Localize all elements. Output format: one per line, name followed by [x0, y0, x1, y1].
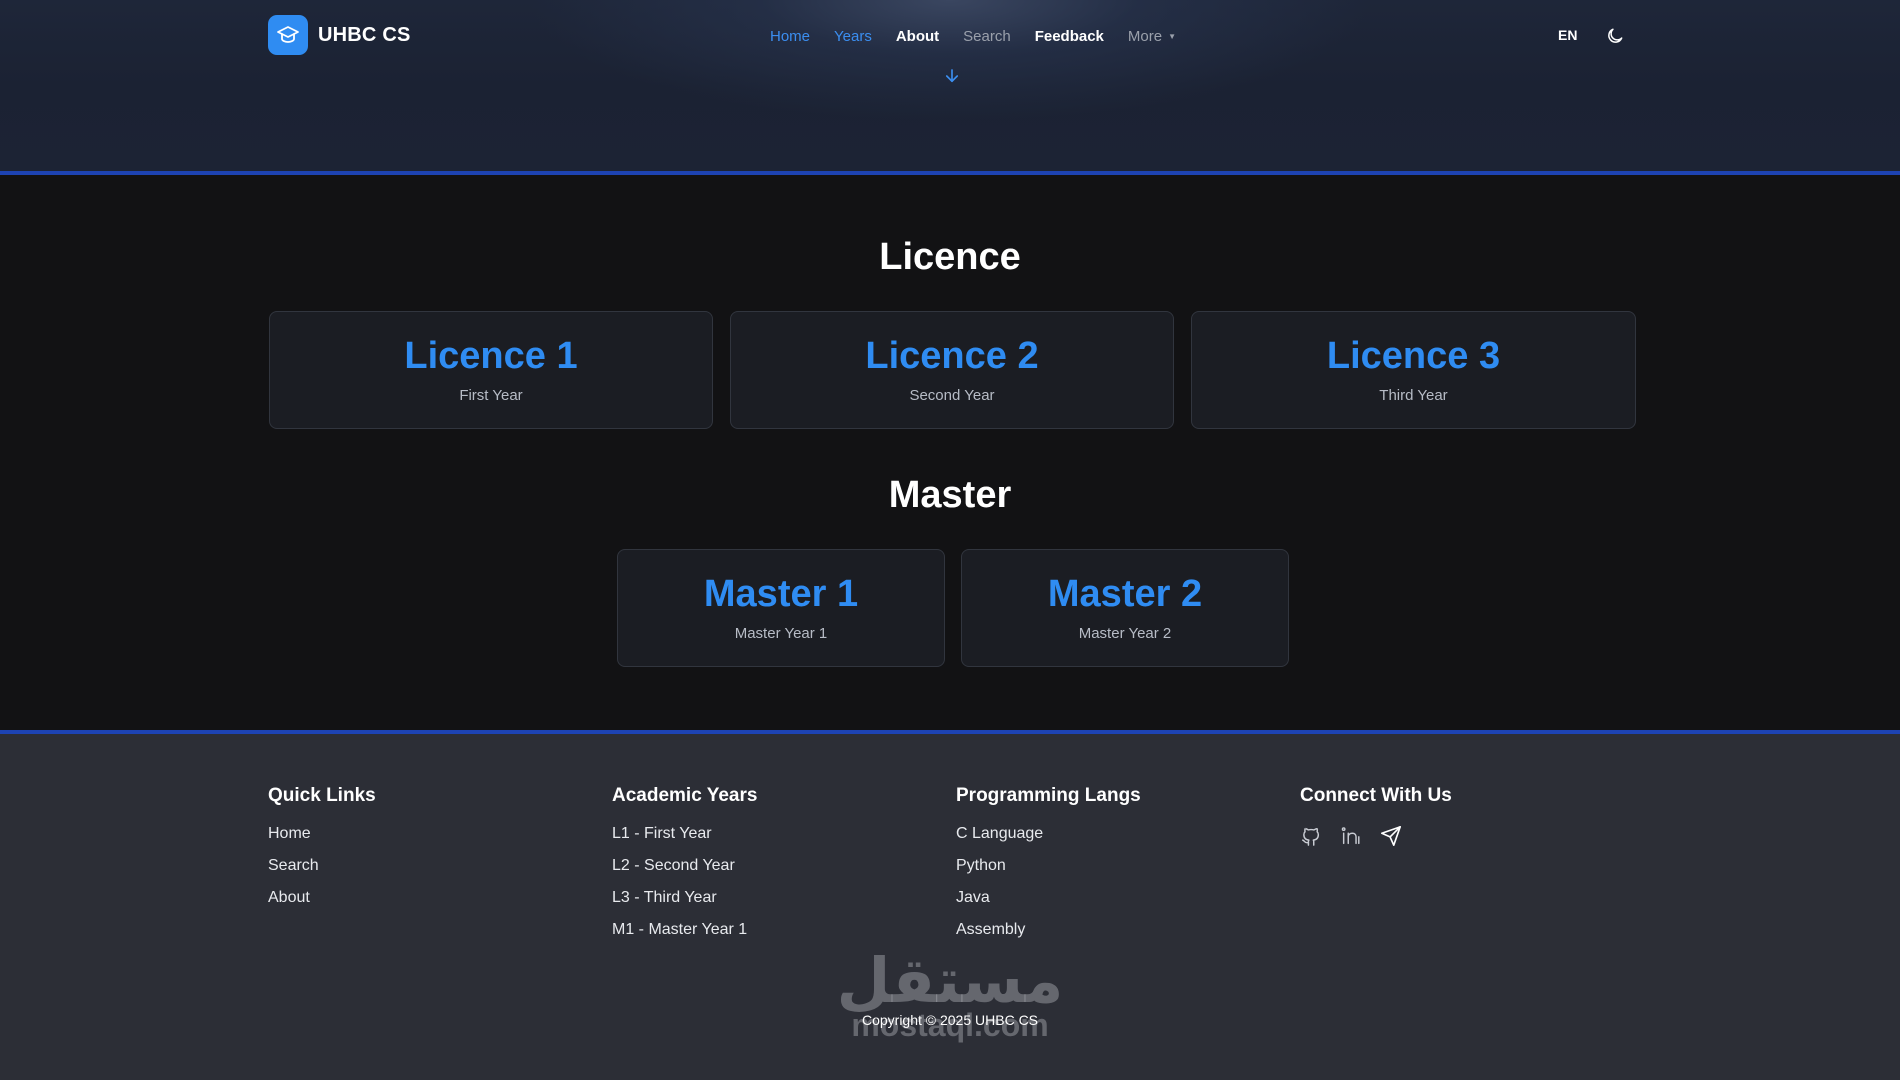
licence-3-card[interactable]: Licence 3 Third Year: [1191, 311, 1636, 429]
footer-column-title: Connect With Us: [1300, 785, 1452, 806]
card-subtitle: Master Year 1: [734, 625, 828, 643]
licence-heading: Licence: [879, 236, 1021, 278]
footer-link-search[interactable]: Search: [268, 857, 376, 889]
footer: Quick Links Home Search About Academic Y…: [0, 734, 1900, 1080]
nav-more-label: More: [1127, 27, 1163, 45]
top-navbar: UHBC CS Home Years About Search Feedback…: [0, 0, 1900, 83]
master-1-card[interactable]: Master 1 Master Year 1: [617, 549, 945, 667]
licence-1-card[interactable]: Licence 1 First Year: [269, 311, 713, 429]
master-2-card[interactable]: Master 2 Master Year 2: [961, 549, 1289, 667]
nav-about[interactable]: About: [896, 28, 939, 45]
card-subtitle: Master Year 2: [1078, 625, 1172, 643]
telegram-icon[interactable]: [1380, 825, 1402, 847]
footer-link-home[interactable]: Home: [268, 825, 376, 857]
footer-link-c[interactable]: C Language: [956, 825, 1141, 857]
github-icon[interactable]: [1300, 825, 1322, 847]
footer-link-java[interactable]: Java: [956, 889, 1141, 921]
graduation-cap-icon: [268, 15, 308, 55]
footer-quick-links: Quick Links Home Search About: [268, 785, 376, 921]
footer-column-title: Quick Links: [268, 785, 376, 806]
footer-academic-years: Academic Years L1 - First Year L2 - Seco…: [612, 785, 757, 953]
nav-home[interactable]: Home: [770, 28, 810, 45]
card-title: Licence 3: [1326, 334, 1501, 377]
card-title: Licence 1: [404, 334, 578, 377]
card-title: Licence 2: [865, 334, 1039, 377]
footer-link-l1[interactable]: L1 - First Year: [612, 825, 757, 857]
moon-icon[interactable]: [1605, 26, 1625, 46]
nav-more-dropdown[interactable]: More ▼: [1128, 28, 1176, 45]
card-subtitle: First Year: [459, 387, 523, 405]
footer-link-m1[interactable]: M1 - Master Year 1: [612, 921, 757, 953]
brand-link[interactable]: UHBC CS: [268, 15, 411, 55]
language-switch[interactable]: EN: [1558, 27, 1577, 43]
brand-name: UHBC CS: [318, 23, 411, 46]
arrow-down-icon[interactable]: [943, 67, 961, 85]
card-title: Master 1: [703, 572, 859, 615]
watermark-arabic: مستقل: [836, 944, 1064, 1017]
footer-link-about[interactable]: About: [268, 889, 376, 921]
caret-down-icon: ▼: [1168, 31, 1176, 41]
nav-feedback[interactable]: Feedback: [1035, 28, 1104, 45]
footer-link-l3[interactable]: L3 - Third Year: [612, 889, 757, 921]
footer-column-title: Academic Years: [612, 785, 758, 806]
watermark-logo: مستقل mostaql.com: [835, 946, 1065, 1066]
card-subtitle: Second Year: [909, 387, 995, 405]
linkedin-icon[interactable]: [1340, 825, 1362, 847]
card-title: Master 2: [1047, 572, 1203, 615]
nav-search[interactable]: Search: [963, 28, 1011, 45]
nav-links: Home Years About Search Feedback More ▼: [770, 24, 1176, 48]
card-subtitle: Third Year: [1379, 387, 1448, 405]
footer-link-python[interactable]: Python: [956, 857, 1141, 889]
copyright-text: Copyright © 2025 UHBC CS: [861, 1012, 1039, 1028]
footer-link-l2[interactable]: L2 - Second Year: [612, 857, 757, 889]
footer-connect: Connect With Us: [1300, 785, 1452, 847]
licence-2-card[interactable]: Licence 2 Second Year: [730, 311, 1174, 429]
master-heading: Master: [888, 474, 1012, 516]
hero-divider: [0, 171, 1900, 175]
footer-programming-langs: Programming Langs C Language Python Java…: [956, 785, 1141, 953]
footer-column-title: Programming Langs: [956, 785, 1141, 806]
nav-years[interactable]: Years: [834, 28, 872, 45]
social-links: [1300, 825, 1452, 847]
